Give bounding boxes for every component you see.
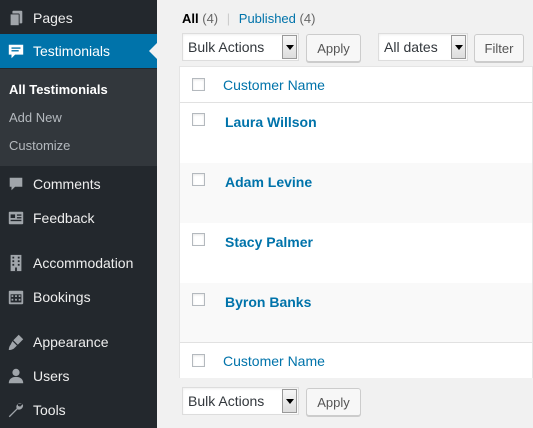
menu-item-appearance[interactable]: Appearance <box>0 325 157 359</box>
menu-item-label: Pages <box>33 10 73 26</box>
main-content: All (4) | Published (4) Bulk Actions App… <box>157 0 533 428</box>
customer-name-link[interactable]: Byron Banks <box>225 294 311 310</box>
apply-button-top[interactable]: Apply <box>306 34 361 62</box>
submenu-customize[interactable]: Customize <box>9 138 70 153</box>
row-checkbox[interactable] <box>192 173 205 186</box>
chevron-down-icon <box>282 35 297 59</box>
view-published-link[interactable]: Published <box>239 11 296 26</box>
customer-name-link[interactable]: Stacy Palmer <box>225 234 313 250</box>
bookings-icon <box>6 287 26 307</box>
view-published-count: (4) <box>299 11 316 26</box>
chevron-down-icon <box>282 389 297 413</box>
filter-button[interactable]: Filter <box>474 34 524 62</box>
testimonials-submenu: All Testimonials Add New Customize <box>0 69 157 166</box>
row-checkbox[interactable] <box>192 293 205 306</box>
table-row: Adam Levine <box>180 163 532 223</box>
table-header: Customer Name <box>180 67 532 103</box>
menu-item-label: Feedback <box>33 210 95 226</box>
menu-item-users[interactable]: Users <box>0 359 157 393</box>
menu-item-label: Testimonials <box>33 43 111 59</box>
view-all-count: (4) <box>202 11 219 26</box>
users-icon <box>6 366 26 386</box>
view-all-link[interactable]: All <box>182 11 199 26</box>
select-all-checkbox-footer[interactable] <box>192 354 205 367</box>
pages-icon <box>6 8 26 28</box>
select-all-checkbox[interactable] <box>192 78 205 91</box>
menu-item-label: Accommodation <box>33 255 134 271</box>
menu-item-feedback[interactable]: Feedback <box>0 201 157 235</box>
menu-item-testimonials[interactable]: Testimonials <box>0 34 157 68</box>
menu-item-tools[interactable]: Tools <box>0 393 157 427</box>
bulk-actions-value: Bulk Actions <box>188 39 265 55</box>
tools-icon <box>6 400 26 420</box>
bulk-actions-value: Bulk Actions <box>188 393 265 409</box>
table-row: Stacy Palmer <box>180 223 532 283</box>
testimonials-icon <box>6 41 26 61</box>
menu-item-pages[interactable]: Pages <box>0 1 157 35</box>
bulk-actions-select-top[interactable]: Bulk Actions <box>182 33 299 61</box>
menu-item-label: Tools <box>33 402 66 418</box>
feedback-icon <box>6 208 26 228</box>
chevron-down-icon <box>451 35 466 59</box>
table-row: Byron Banks <box>180 283 532 343</box>
table-footer: Customer Name <box>180 342 532 378</box>
table-row: Laura Willson <box>180 103 532 163</box>
apply-button-bottom[interactable]: Apply <box>306 388 361 416</box>
menu-item-accommodation[interactable]: Accommodation <box>0 246 157 280</box>
comments-icon <box>6 174 26 194</box>
menu-item-label: Bookings <box>33 289 91 305</box>
submenu-add-new[interactable]: Add New <box>9 110 62 125</box>
appearance-icon <box>6 332 26 352</box>
menu-item-label: Comments <box>33 176 101 192</box>
bulk-actions-select-bottom[interactable]: Bulk Actions <box>182 387 299 415</box>
dates-filter-select[interactable]: All dates <box>378 33 468 61</box>
status-views: All (4) | Published (4) <box>182 11 315 26</box>
menu-item-comments[interactable]: Comments <box>0 167 157 201</box>
customer-name-link[interactable]: Laura Willson <box>225 114 317 130</box>
column-customer-name-footer[interactable]: Customer Name <box>223 353 325 369</box>
row-checkbox[interactable] <box>192 233 205 246</box>
admin-sidebar: Pages Testimonials All Testimonials Add … <box>0 0 157 428</box>
view-separator: | <box>226 11 231 26</box>
column-customer-name[interactable]: Customer Name <box>223 77 325 93</box>
customer-name-link[interactable]: Adam Levine <box>225 174 312 190</box>
menu-item-label: Appearance <box>33 334 109 350</box>
accommodation-icon <box>6 253 26 273</box>
dates-filter-value: All dates <box>384 39 438 55</box>
submenu-all-testimonials[interactable]: All Testimonials <box>9 82 108 97</box>
row-checkbox[interactable] <box>192 113 205 126</box>
menu-item-bookings[interactable]: Bookings <box>0 280 157 314</box>
menu-item-label: Users <box>33 368 70 384</box>
testimonials-table: Customer Name Laura Willson Adam Levine … <box>179 66 533 378</box>
